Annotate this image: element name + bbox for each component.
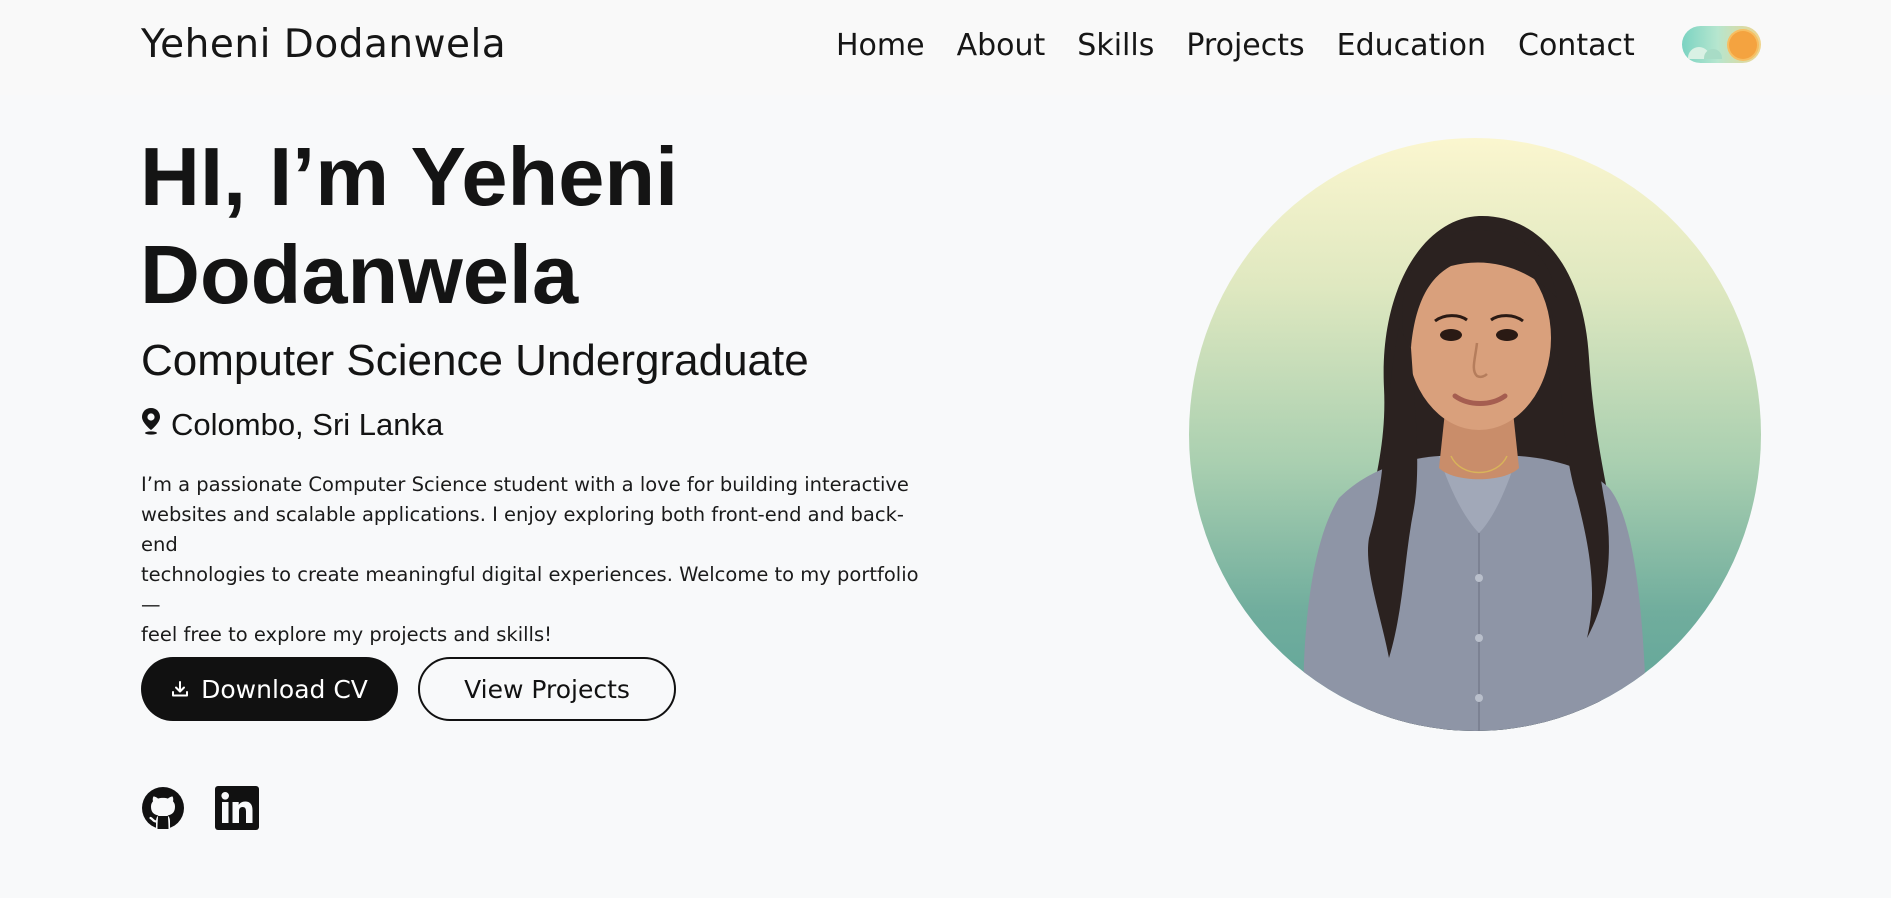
bio-paragraph: I’m a passionate Computer Science studen… (141, 470, 931, 650)
location-text: Colombo, Sri Lanka (171, 407, 444, 442)
navbar: Yeheni Dodanwela Home About Skills Proje… (0, 0, 1891, 95)
social-links (141, 786, 259, 830)
download-cv-label: Download CV (201, 674, 368, 704)
view-projects-button[interactable]: View Projects (418, 657, 676, 721)
download-icon (171, 675, 189, 704)
nav-link-education[interactable]: Education (1337, 28, 1486, 63)
profile-photo (1189, 138, 1761, 731)
nav-link-skills[interactable]: Skills (1077, 28, 1154, 63)
download-cv-button[interactable]: Download CV (141, 657, 398, 721)
profile-illustration (1303, 215, 1647, 731)
toggle-hill-decoration (1704, 49, 1722, 59)
hero-title-line-2: Dodanwela (140, 228, 579, 321)
location: Colombo, Sri Lanka (141, 407, 443, 443)
nav-link-contact[interactable]: Contact (1518, 28, 1635, 63)
bio-line: feel free to explore my projects and ski… (141, 623, 552, 646)
github-icon[interactable] (141, 786, 185, 830)
nav-links: Home About Skills Projects Education Con… (836, 28, 1635, 63)
site-brand[interactable]: Yeheni Dodanwela (141, 22, 506, 67)
nav-link-home[interactable]: Home (836, 28, 925, 63)
hero-title: HI, I’m Yeheni Dodanwela (140, 128, 960, 324)
sun-icon (1729, 31, 1757, 59)
bio-line: technologies to create meaningful digita… (141, 563, 919, 616)
theme-toggle[interactable] (1682, 26, 1761, 63)
nav-link-about[interactable]: About (957, 28, 1046, 63)
linkedin-icon[interactable] (215, 786, 259, 830)
hero-subtitle: Computer Science Undergraduate (141, 336, 809, 385)
bio-line: I’m a passionate Computer Science studen… (141, 473, 909, 496)
hero-title-line-1: HI, I’m Yeheni (140, 130, 679, 223)
nav-link-projects[interactable]: Projects (1186, 28, 1304, 63)
map-pin-icon (141, 407, 161, 443)
bio-line: websites and scalable applications. I en… (141, 503, 904, 556)
view-projects-label: View Projects (464, 674, 630, 704)
